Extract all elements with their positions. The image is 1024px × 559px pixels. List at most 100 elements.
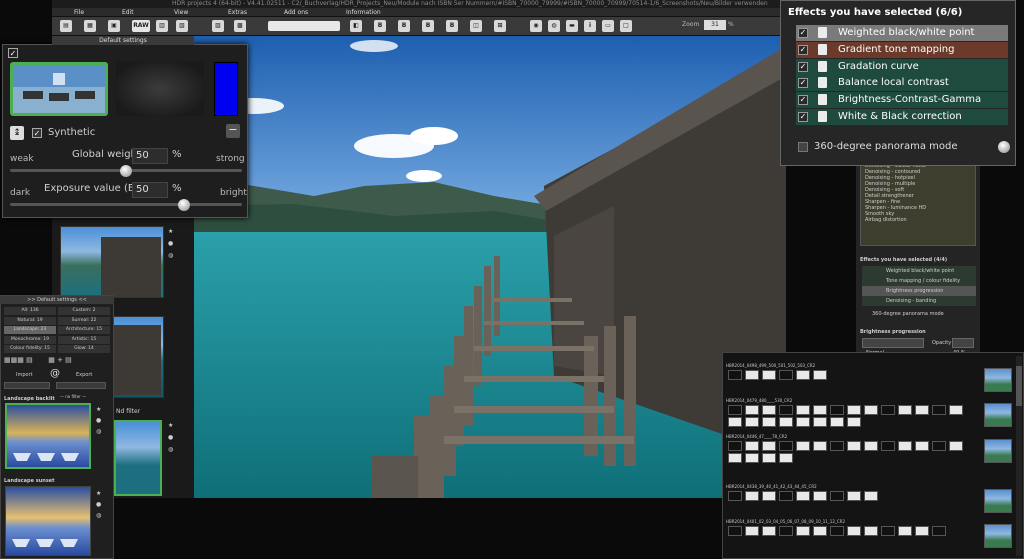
- export-icon[interactable]: ▧: [176, 20, 188, 32]
- effect-item[interactable]: ✓ White & Black correction: [796, 109, 1008, 125]
- preset-icons[interactable]: ★ ● ◍: [168, 226, 176, 266]
- bracket-frame-thumb[interactable]: [830, 526, 844, 536]
- series-label[interactable]: HBR2014_0401_02_03_04_05_06_07_08_09_10_…: [726, 519, 845, 524]
- series-label[interactable]: HBR2014_0479_480____530_CR2: [726, 398, 792, 403]
- series-label[interactable]: HBR2014_0498_499_500_501_502_503_CR2: [726, 363, 815, 368]
- minus-button[interactable]: −: [226, 124, 240, 138]
- bracket-frame-thumb[interactable]: [796, 526, 810, 536]
- bracket-frame-thumb[interactable]: [864, 526, 878, 536]
- bracket-frame-thumb[interactable]: [796, 441, 810, 451]
- effect-item[interactable]: ✓ Gradation curve: [796, 58, 1008, 75]
- bracket-frame-thumb[interactable]: [847, 491, 861, 501]
- effect-checkbox[interactable]: ✓: [798, 78, 808, 89]
- bracket-frame-thumb[interactable]: [762, 453, 776, 463]
- effects-list[interactable]: Denoising - Colour noise Denoising - con…: [860, 160, 976, 246]
- zoom-value[interactable]: 31: [704, 20, 726, 30]
- bracket-frame-thumb[interactable]: [728, 405, 742, 415]
- bracket-frame-thumb[interactable]: [813, 417, 827, 427]
- category-filter-button[interactable]: Natural: 19: [4, 316, 56, 325]
- opacity-input[interactable]: 40 %: [952, 338, 974, 356]
- layers-icon[interactable]: B: [374, 20, 386, 32]
- mask-icon[interactable]: B: [422, 20, 434, 32]
- bracket-frame-thumb[interactable]: [728, 417, 742, 427]
- bracket-frame-thumb[interactable]: [847, 441, 861, 451]
- menu-information[interactable]: Information: [346, 8, 381, 17]
- bracket-frame-thumb[interactable]: [915, 405, 929, 415]
- preset-icons[interactable]: ★ ● ◍: [168, 420, 176, 460]
- bracket-frame-thumb[interactable]: [745, 417, 759, 427]
- bracket-frame-thumb[interactable]: [779, 441, 793, 451]
- bracket-frame-thumb[interactable]: [949, 405, 963, 415]
- effect-checkbox[interactable]: ✓: [798, 112, 808, 122]
- bracket-frame-thumb[interactable]: [898, 526, 912, 536]
- export-button[interactable]: Export: [76, 372, 92, 378]
- series-result-preview[interactable]: [984, 524, 1012, 548]
- bracket-frame-thumb[interactable]: [898, 441, 912, 451]
- effect-checkbox[interactable]: ✓: [798, 28, 808, 38]
- bracket-frame-thumb[interactable]: [728, 441, 742, 451]
- bracket-frame-thumb[interactable]: [898, 405, 912, 415]
- blue-color-swatch[interactable]: [214, 62, 238, 116]
- bracket-frame-thumb[interactable]: [847, 417, 861, 427]
- menu-view[interactable]: View: [174, 8, 188, 17]
- category-filter-button[interactable]: Artistic: 15: [58, 335, 110, 344]
- preset-landscape-sunset-thumb[interactable]: [5, 486, 91, 556]
- preset-thumbnail-selected[interactable]: [114, 420, 162, 496]
- global-weight-input[interactable]: 50: [132, 148, 168, 164]
- grey-preview-thumbnail[interactable]: [116, 62, 204, 116]
- small-effect-item[interactable]: Tone mapping / colour fidelity: [862, 276, 976, 286]
- bracket-frame-thumb[interactable]: [915, 441, 929, 451]
- effect-item[interactable]: ✓ Brightness-Contrast-Gamma: [796, 92, 1008, 109]
- exposure-slider-track[interactable]: [10, 203, 242, 206]
- bracket-frame-thumb[interactable]: [864, 491, 878, 501]
- effect-checkbox[interactable]: ✓: [798, 61, 808, 72]
- bracket-frame-thumb[interactable]: [830, 417, 844, 427]
- bracket-frame-thumb[interactable]: [762, 370, 776, 380]
- effect-item[interactable]: ✓ Weighted black/white point: [796, 25, 1008, 41]
- bracket-frame-thumb[interactable]: [813, 526, 827, 536]
- bracket-frame-thumb[interactable]: [762, 526, 776, 536]
- color-wheel-icon[interactable]: ◍: [548, 20, 560, 32]
- sort-select[interactable]: [4, 382, 50, 389]
- bracket-frame-thumb[interactable]: [745, 370, 759, 380]
- bracket-frame-thumb[interactable]: [745, 526, 759, 536]
- bracket-frame-thumb[interactable]: [949, 441, 963, 451]
- bracket-frame-thumb[interactable]: [745, 405, 759, 415]
- bracket-frame-thumb[interactable]: [847, 405, 861, 415]
- info-icon[interactable]: i: [584, 20, 596, 32]
- bracket-frame-thumb[interactable]: [779, 453, 793, 463]
- bracket-frame-thumb[interactable]: [745, 441, 759, 451]
- bracket-frame-thumb[interactable]: [796, 417, 810, 427]
- series-label[interactable]: HBR2014_0438_39_40_41_42_43_44_45_CR2: [726, 484, 817, 489]
- bracket-frame-thumb[interactable]: [728, 491, 742, 501]
- batch-icon[interactable]: ▥: [156, 20, 168, 32]
- panel-check-icon[interactable]: ✓: [8, 48, 18, 58]
- category-filter-button[interactable]: Architecture: 15: [58, 326, 110, 334]
- bracket-frame-thumb[interactable]: [779, 526, 793, 536]
- bracket-frame-thumb[interactable]: [762, 441, 776, 451]
- bracket-frame-thumb[interactable]: [779, 370, 793, 380]
- bracket-frame-thumb[interactable]: [830, 441, 844, 451]
- category-filter-button[interactable]: Monochrome: 19: [4, 335, 56, 344]
- menu-edit[interactable]: Edit: [122, 8, 134, 17]
- bracket-frame-thumb[interactable]: [830, 491, 844, 501]
- bracket-frame-thumb[interactable]: [813, 405, 827, 415]
- compare-icon[interactable]: B: [446, 20, 458, 32]
- crop-icon[interactable]: ◫: [470, 20, 482, 32]
- raw-button[interactable]: RAW: [132, 20, 150, 32]
- bracket-frame-thumb[interactable]: [796, 370, 810, 380]
- series-result-preview[interactable]: [984, 403, 1012, 427]
- bracket-frame-thumb[interactable]: [881, 405, 895, 415]
- series-label[interactable]: HBR2014_0446_47____78_CR2: [726, 434, 787, 439]
- bracket-frame-thumb[interactable]: [932, 441, 946, 451]
- bracket-frame-thumb[interactable]: [932, 526, 946, 536]
- category-filter-button[interactable]: All: 136: [4, 307, 56, 315]
- category-filter-button[interactable]: Glow: 14: [58, 345, 110, 353]
- fit-icon[interactable]: □: [620, 20, 632, 32]
- category-filter-button[interactable]: Surreal: 22: [58, 316, 110, 325]
- effect-checkbox[interactable]: ✓: [798, 95, 808, 106]
- histogram-icon[interactable]: ▬: [566, 20, 578, 32]
- bracket-frame-thumb[interactable]: [762, 405, 776, 415]
- filmstrip-scrollbar[interactable]: [1016, 356, 1022, 556]
- bracket-frame-thumb[interactable]: [796, 491, 810, 501]
